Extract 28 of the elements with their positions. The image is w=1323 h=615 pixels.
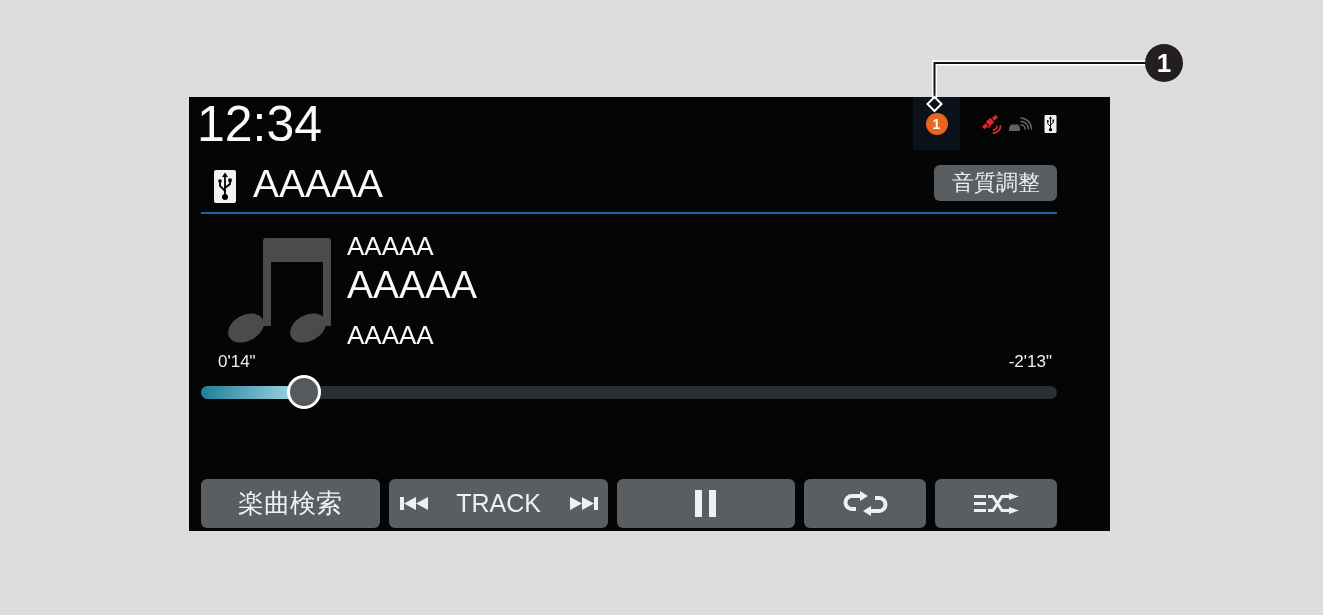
track-detail: AAAAA (347, 320, 434, 350)
usb-icon (1044, 114, 1057, 133)
notification-area[interactable]: 1 (913, 97, 960, 150)
slider-thumb[interactable] (286, 375, 321, 409)
repeat-icon (842, 491, 888, 516)
shuffle-icon (973, 493, 1019, 514)
pause-button[interactable] (616, 479, 796, 528)
clock: 12:34 (197, 98, 323, 149)
satellite-icon (981, 113, 1002, 134)
track-button[interactable]: TRACK (388, 479, 608, 528)
music-note-icon (227, 238, 331, 346)
repeat-button[interactable] (804, 479, 927, 528)
shuffle-button[interactable] (935, 479, 1057, 528)
notification-badge: 1 (925, 112, 948, 135)
progress-track[interactable] (201, 385, 1057, 399)
elapsed-time: 0'14" (218, 352, 256, 372)
next-track-icon (569, 497, 598, 510)
callout-number: 1 (1145, 44, 1183, 82)
audio-settings-button[interactable]: 音質調整 (934, 165, 1057, 201)
previous-track-icon (399, 497, 428, 510)
usb-icon (214, 169, 236, 203)
track-title: AAAAA (347, 263, 478, 307)
remaining-time: -2'13" (1008, 352, 1052, 372)
car-signal-icon (1008, 116, 1032, 131)
music-search-button[interactable]: 楽曲検索 (201, 479, 380, 528)
source-name: AAAAA (253, 163, 384, 203)
pause-icon (695, 490, 717, 517)
track-detail: AAAAA (347, 231, 434, 261)
